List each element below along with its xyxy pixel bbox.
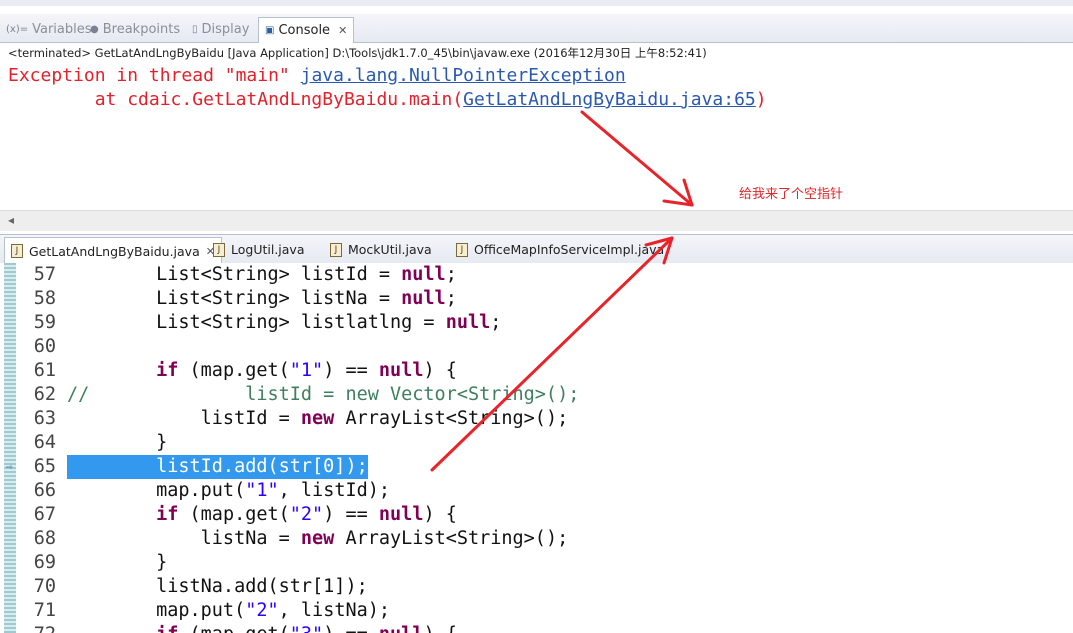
line-code: List<String> listNa = null; bbox=[67, 288, 457, 309]
code-line[interactable]: 65 listId.add(str[0]); ⇨ bbox=[0, 455, 1073, 479]
line-code: listId.add(str[0]); bbox=[67, 455, 368, 479]
current-line-marker-icon: ⇨ bbox=[6, 460, 13, 473]
code-line[interactable]: 58 List<String> listNa = null; bbox=[0, 287, 1073, 311]
code-line[interactable]: 67 if (map.get("2") == null) { bbox=[0, 503, 1073, 527]
console-line-stacktrace: at cdaic.GetLatAndLngByBaidu.main(GetLat… bbox=[8, 88, 767, 112]
line-code: listNa.add(str[1]); bbox=[67, 576, 368, 597]
java-file-icon: J bbox=[213, 242, 225, 257]
code-line[interactable]: 60 bbox=[0, 335, 1073, 359]
annotation-text: 给我来了个空指针 bbox=[739, 187, 844, 202]
editor-tab-bar: J GetLatAndLngByBaidu.java ✕ J LogUtil.j… bbox=[0, 234, 1073, 264]
horizontal-scrollbar[interactable]: ◂ bbox=[0, 210, 1073, 231]
tab-label: GetLatAndLngByBaidu.java bbox=[29, 243, 200, 259]
line-code: } bbox=[67, 552, 168, 573]
code-line[interactable]: 63 listId = new ArrayList<String>(); bbox=[0, 407, 1073, 431]
line-code: } bbox=[67, 432, 168, 453]
line-code: if (map.get("3") == null) { bbox=[67, 623, 457, 633]
code-line[interactable]: 66 map.put("1", listId); bbox=[0, 479, 1073, 503]
tab-console[interactable]: ▣ Console ✕ bbox=[258, 17, 355, 43]
java-file-icon: J bbox=[11, 244, 23, 258]
line-number: 64 bbox=[33, 432, 56, 453]
line-code: listId = new ArrayList<String>(); bbox=[67, 408, 569, 429]
console-tab-bar: (x)= Variables ● Breakpoints ▯ Display ▣… bbox=[0, 14, 1073, 43]
exception-class-link[interactable]: java.lang.NullPointerException bbox=[301, 65, 626, 86]
tab-getlatandlngbybaidu[interactable]: J GetLatAndLngByBaidu.java ✕ bbox=[4, 237, 222, 264]
tab-variables[interactable]: (x)= Variables bbox=[6, 16, 92, 42]
display-icon: ▯ bbox=[192, 23, 198, 35]
line-number: 59 bbox=[33, 312, 56, 333]
line-number: 63 bbox=[33, 408, 56, 429]
line-code: if (map.get("2") == null) { bbox=[156, 504, 457, 525]
line-number: 72 bbox=[22, 623, 56, 633]
exception-text: Exception in thread "main" bbox=[8, 65, 301, 86]
tab-label: OfficeMapInfoServiceImpl.java bbox=[474, 242, 665, 257]
tab-breakpoints[interactable]: ● Breakpoints bbox=[90, 16, 180, 42]
variables-icon: (x)= bbox=[6, 23, 29, 35]
java-file-icon: J bbox=[330, 242, 342, 257]
code-line[interactable]: 62 // listId = new Vector<String>(); bbox=[0, 383, 1073, 407]
code-editor[interactable]: 57 List<String> listId = null; 58 List<St… bbox=[0, 263, 1073, 633]
tab-label: LogUtil.java bbox=[231, 242, 305, 257]
tab-logutil[interactable]: J LogUtil.java bbox=[213, 237, 305, 262]
line-code: List<String> listId = null; bbox=[67, 264, 457, 285]
code-line[interactable]: 72 if (map.get("3") == null) { bbox=[0, 623, 1073, 633]
line-number: 66 bbox=[33, 480, 56, 501]
code-line[interactable]: 71 map.put("2", listNa); bbox=[0, 599, 1073, 623]
code-line[interactable]: 69 } bbox=[0, 551, 1073, 575]
close-icon[interactable]: ✕ bbox=[338, 24, 347, 37]
main-toolbar bbox=[0, 0, 1073, 6]
breakpoints-icon: ● bbox=[90, 23, 99, 35]
line-code: // listId = new Vector<String>(); bbox=[67, 384, 580, 405]
line-number: 62 bbox=[33, 384, 56, 405]
line-code: List<String> listlatlng = null; bbox=[67, 312, 502, 333]
tab-officemapinfoserviceimpl[interactable]: J OfficeMapInfoServiceImpl.java bbox=[456, 237, 664, 262]
code-line[interactable]: 68 listNa = new ArrayList<String>(); bbox=[0, 527, 1073, 551]
code-line[interactable]: 57 List<String> listId = null; bbox=[0, 263, 1073, 287]
console-icon: ▣ bbox=[265, 25, 275, 36]
line-number: 68 bbox=[33, 528, 56, 549]
tab-label: Variables bbox=[32, 21, 92, 37]
code-line[interactable]: 61 if (map.get("1") == null) { bbox=[0, 359, 1073, 383]
line-number: 71 bbox=[33, 600, 56, 621]
line-number: 61 bbox=[33, 360, 56, 381]
tab-label: Breakpoints bbox=[102, 21, 181, 37]
line-code: map.put("1", listId); bbox=[67, 480, 391, 501]
console-view: (x)= Variables ● Breakpoints ▯ Display ▣… bbox=[0, 14, 1073, 231]
tab-label: Console bbox=[278, 23, 331, 38]
stacktrace-source-link[interactable]: GetLatAndLngByBaidu.java:65 bbox=[463, 89, 756, 110]
line-number: 57 bbox=[33, 264, 56, 285]
line-number: 70 bbox=[33, 576, 56, 597]
java-file-icon: J bbox=[456, 242, 468, 257]
line-number: 60 bbox=[33, 336, 56, 357]
stacktrace-suffix: ) bbox=[755, 89, 767, 110]
console-output: Exception in thread "main" java.lang.Nul… bbox=[0, 64, 767, 160]
line-number: 65 bbox=[33, 456, 56, 477]
console-line-exception: Exception in thread "main" java.lang.Nul… bbox=[8, 64, 626, 88]
line-number: 67 bbox=[33, 504, 56, 525]
tab-label: MockUtil.java bbox=[348, 242, 432, 257]
line-code: listNa = new ArrayList<String>(); bbox=[67, 528, 569, 549]
code-line[interactable]: 59 List<String> listlatlng = null; bbox=[0, 311, 1073, 335]
scroll-left-icon[interactable]: ◂ bbox=[8, 213, 14, 227]
code-line[interactable]: 70 listNa.add(str[1]); bbox=[0, 575, 1073, 599]
tab-display[interactable]: ▯ Display bbox=[192, 16, 249, 42]
line-code: if (map.get("1") == null) { bbox=[156, 360, 457, 381]
tab-mockutil[interactable]: J MockUtil.java bbox=[330, 237, 432, 262]
line-code: map.put("2", listNa); bbox=[67, 600, 391, 621]
code-line[interactable]: 64 } bbox=[0, 431, 1073, 455]
stacktrace-text: at cdaic.GetLatAndLngByBaidu.main( bbox=[8, 89, 464, 110]
line-number: 58 bbox=[33, 288, 56, 309]
line-number: 69 bbox=[33, 552, 56, 573]
tab-label: Display bbox=[201, 21, 250, 37]
console-process-header: <terminated> GetLatAndLngByBaidu [Java A… bbox=[8, 46, 707, 60]
